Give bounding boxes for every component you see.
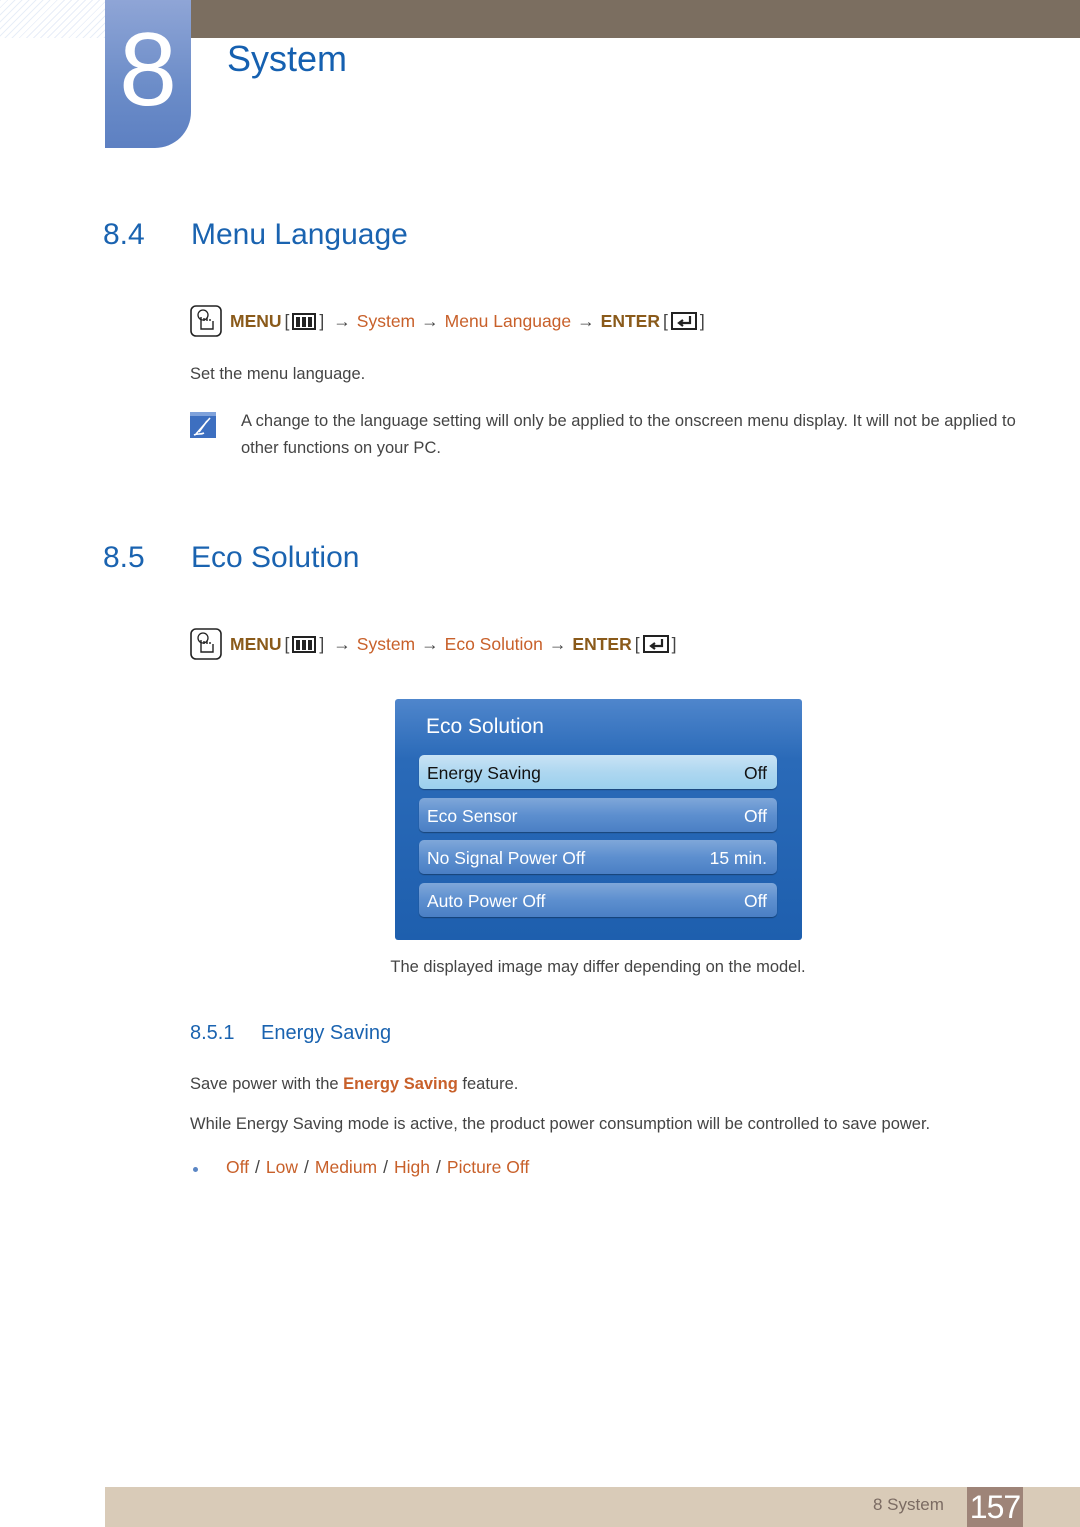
page-number: 157 bbox=[967, 1487, 1023, 1527]
osd-item-no-signal-power-off[interactable]: No Signal Power Off 15 min. bbox=[419, 840, 777, 874]
bracket: [ bbox=[284, 310, 290, 331]
bracket: ] bbox=[699, 310, 705, 331]
osd-item-label: No Signal Power Off bbox=[427, 848, 586, 868]
chapter-title: System bbox=[227, 38, 348, 79]
separator: / bbox=[383, 1157, 389, 1177]
arrow: → bbox=[548, 633, 567, 654]
path-step-system: System bbox=[356, 310, 416, 331]
osd-item-value: 15 min. bbox=[709, 848, 767, 868]
menu-language-description: Set the menu language. bbox=[190, 365, 366, 383]
hand-pointer-icon bbox=[190, 305, 222, 337]
path-step-menu-language: Menu Language bbox=[444, 310, 572, 331]
menu-path-eco-solution: MENU [ ] → System → Eco Solution → ENTER… bbox=[190, 627, 679, 661]
arrow: → bbox=[421, 633, 439, 654]
energy-saving-intro: Save power with the Energy Saving featur… bbox=[190, 1075, 518, 1094]
osd-item-value: Off bbox=[743, 806, 767, 826]
bracket: [ bbox=[662, 310, 668, 331]
energy-saving-description: While Energy Saving mode is active, the … bbox=[190, 1115, 931, 1133]
option-high: High bbox=[394, 1157, 431, 1177]
arrow: → bbox=[333, 310, 351, 331]
enter-label: ENTER bbox=[572, 633, 632, 654]
footer-chapter-label: 8 System bbox=[873, 1495, 944, 1514]
menu-label: MENU bbox=[230, 633, 282, 654]
osd-caption: The displayed image may differ depending… bbox=[390, 958, 806, 976]
osd-item-value: Off bbox=[743, 763, 767, 783]
menu-button-icon bbox=[292, 635, 317, 653]
note-pencil-icon bbox=[190, 412, 216, 438]
separator: / bbox=[436, 1157, 441, 1177]
intro-highlight: Energy Saving bbox=[343, 1075, 458, 1093]
intro-text: Save power with the bbox=[190, 1075, 344, 1093]
osd-item-eco-sensor[interactable]: Eco Sensor Off bbox=[419, 798, 777, 832]
path-step-system: System bbox=[356, 633, 416, 654]
path-step-eco-solution: Eco Solution bbox=[444, 633, 543, 654]
arrow: → bbox=[421, 310, 439, 331]
osd-item-label: Energy Saving bbox=[427, 763, 541, 783]
bracket: ] bbox=[671, 633, 677, 654]
menu-path-menu-language: MENU [ ] → System → Menu Language → ENTE… bbox=[190, 304, 708, 338]
osd-item-label: Auto Power Off bbox=[427, 891, 546, 911]
enter-button-icon bbox=[642, 635, 669, 653]
separator: / bbox=[304, 1157, 309, 1177]
subsection-number: 8.5.1 bbox=[190, 1022, 235, 1044]
subsection-title: Energy Saving bbox=[261, 1022, 392, 1044]
intro-text: feature. bbox=[457, 1075, 519, 1093]
menu-button-icon bbox=[292, 312, 317, 330]
option-medium: Medium bbox=[314, 1157, 378, 1177]
option-low: Low bbox=[265, 1157, 299, 1177]
enter-label: ENTER bbox=[600, 310, 660, 331]
bracket: ] bbox=[319, 310, 325, 331]
option-off: Off bbox=[226, 1157, 250, 1177]
header-bar bbox=[190, 0, 1080, 38]
section-title: Eco Solution bbox=[191, 541, 360, 574]
arrow: → bbox=[333, 633, 351, 654]
chapter-number-tab: 8 bbox=[105, 0, 191, 148]
separator: / bbox=[255, 1157, 260, 1177]
section-title: Menu Language bbox=[191, 218, 408, 251]
section-number: 8.5 bbox=[103, 541, 145, 574]
eco-solution-osd-menu: Eco Solution Energy Saving Off Eco Senso… bbox=[395, 699, 802, 940]
osd-item-auto-power-off[interactable]: Auto Power Off Off bbox=[419, 883, 777, 917]
enter-button-icon bbox=[670, 312, 697, 330]
osd-item-energy-saving[interactable]: Energy Saving Off bbox=[419, 755, 777, 789]
option-picture-off: Picture Off bbox=[446, 1157, 530, 1177]
arrow: → bbox=[577, 310, 595, 331]
menu-label: MENU bbox=[230, 310, 282, 331]
bracket: [ bbox=[284, 633, 290, 654]
osd-item-label: Eco Sensor bbox=[427, 806, 518, 826]
menu-language-note: A change to the language setting will on… bbox=[241, 412, 1016, 457]
hand-pointer-icon bbox=[190, 628, 222, 660]
bracket: [ bbox=[634, 633, 640, 654]
osd-title: Eco Solution bbox=[426, 715, 544, 738]
header-decoration bbox=[0, 0, 105, 38]
osd-item-value: Off bbox=[743, 891, 767, 911]
bracket: ] bbox=[319, 633, 325, 654]
section-number: 8.4 bbox=[103, 218, 145, 251]
bullet-icon bbox=[193, 1167, 198, 1172]
